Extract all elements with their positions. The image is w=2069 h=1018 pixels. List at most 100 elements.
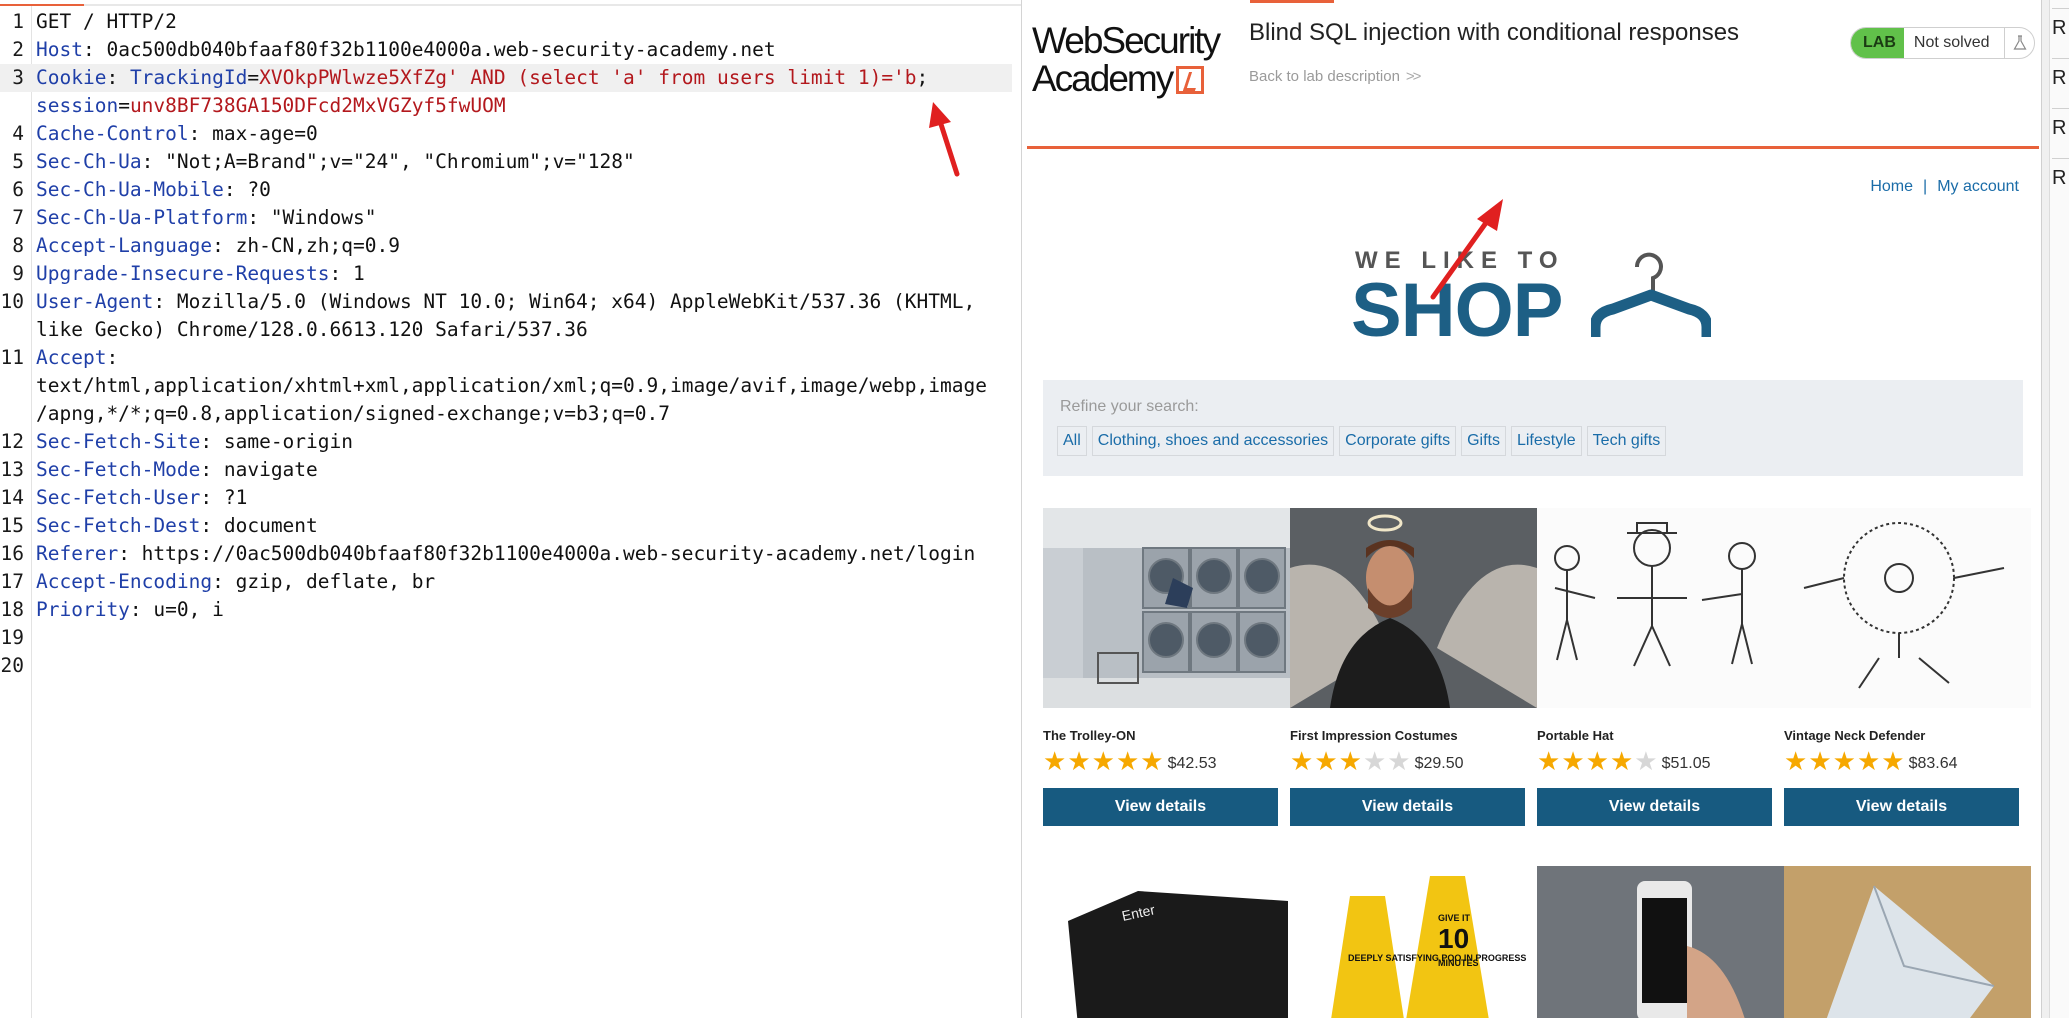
line-number: 10 xyxy=(0,290,24,313)
line-text: : same-origin xyxy=(200,430,353,453)
side-panel: R R R R xyxy=(2041,0,2069,1018)
request-line[interactable]: 20 xyxy=(0,652,1012,680)
line-content: Sec-Ch-Ua-Platform: "Windows" xyxy=(36,204,376,232)
side-item[interactable]: R xyxy=(2052,58,2069,96)
product-name: First Impression Costumes xyxy=(1290,728,1458,743)
line-number: 7 xyxy=(12,206,24,229)
nav-separator: | xyxy=(1923,178,1928,195)
line-text: = xyxy=(247,66,260,89)
request-line[interactable]: /apng,*/*;q=0.8,application/signed-excha… xyxy=(0,400,1012,428)
view-details-button[interactable]: View details xyxy=(1537,788,1772,826)
header-name: Upgrade-Insecure-Requests xyxy=(36,262,330,285)
product-name: Portable Hat xyxy=(1537,728,1614,743)
wet-floor-signs-photo: DEEPLY SATISFYING POO IN PROGRESS GIVE I… xyxy=(1290,866,1537,1018)
line-content: GET / HTTP/2 xyxy=(36,8,177,36)
request-line[interactable]: 15 Sec-Fetch-Dest: document xyxy=(0,512,1012,540)
request-line[interactable]: 7 Sec-Ch-Ua-Platform: "Windows" xyxy=(0,204,1012,232)
ruff-sketch xyxy=(1784,508,2031,708)
editor-top-rule xyxy=(0,4,1021,6)
home-link[interactable]: Home xyxy=(1870,178,1913,195)
refine-search-panel: Refine your search: All Clothing, shoes … xyxy=(1043,380,2023,476)
filter-all[interactable]: All xyxy=(1057,426,1087,456)
request-line[interactable]: 16 Referer: https://0ac500db040bfaaf80f32… xyxy=(0,540,1012,568)
line-text: ; xyxy=(916,66,929,89)
request-line[interactable]: 18 Priority: u=0, i xyxy=(0,596,1012,624)
hanger-icon xyxy=(1591,252,1711,337)
line-text: : ?1 xyxy=(200,486,248,509)
side-item[interactable]: R xyxy=(2052,158,2069,196)
line-text: : zh-CN,zh;q=0.9 xyxy=(212,234,400,257)
header-name: Sec-Ch-Ua-Platform xyxy=(36,206,248,229)
my-account-link[interactable]: My account xyxy=(1937,178,2019,195)
filter-corporate-gifts[interactable]: Corporate gifts xyxy=(1339,426,1457,456)
line-number: 9 xyxy=(12,262,24,285)
line-number: 11 xyxy=(0,346,24,369)
phone-hand-photo xyxy=(1537,866,1784,1018)
line-number: 20 xyxy=(0,654,24,677)
line-content: Sec-Ch-Ua-Mobile: ?0 xyxy=(36,176,271,204)
request-line[interactable]: 4 Cache-Control: max-age=0 xyxy=(0,120,1012,148)
request-line[interactable]: 14 Sec-Fetch-User: ?1 xyxy=(0,484,1012,512)
view-details-button[interactable]: View details xyxy=(1043,788,1278,826)
request-line[interactable]: 3 Cookie: TrackingId=XVOkpPWlwze5XfZg' AN… xyxy=(0,64,1012,92)
cookie-value: XVOkpPWlwze5XfZg' AND (select 'a' from u… xyxy=(259,66,917,89)
header-name: Accept-Language xyxy=(36,234,213,257)
line-text: : 0ac500db040bfaaf80f32b1100e4000a.web-s… xyxy=(82,38,776,61)
star-icon: ★ xyxy=(1808,746,1832,776)
filter-gifts[interactable]: Gifts xyxy=(1461,426,1506,456)
request-editor[interactable]: 1 GET / HTTP/2 2 Host: 0ac500db040bfaaf80f3… xyxy=(0,0,1022,1018)
request-line[interactable]: 2 Host: 0ac500db040bfaaf80f32b1100e4000a.… xyxy=(0,36,1012,64)
filter-lifestyle[interactable]: Lifestyle xyxy=(1510,426,1582,456)
request-line[interactable]: 8 Accept-Language: zh-CN,zh;q=0.9 xyxy=(0,232,1012,260)
product-price: $29.50 xyxy=(1414,755,1464,772)
line-text: = xyxy=(118,94,130,117)
request-line[interactable]: session=unv8BF738GA150DFcd2MxVGZyf5fwUOM xyxy=(0,92,1012,120)
request-line[interactable]: 6 Sec-Ch-Ua-Mobile: ?0 xyxy=(0,176,1012,204)
scrollbar[interactable] xyxy=(2042,0,2050,1018)
header-name: Sec-Fetch-Site xyxy=(36,430,201,453)
request-line[interactable]: text/html,application/xhtml+xml,applicat… xyxy=(0,372,1012,400)
line-content: User-Agent: Mozilla/5.0 (Windows NT 10.0… xyxy=(36,288,975,316)
sign-right-number: 10 xyxy=(1438,923,1469,954)
line-number: 19 xyxy=(0,626,24,649)
star-icon: ★ xyxy=(1609,746,1634,776)
line-content: Cookie: TrackingId=XVOkpPWlwze5XfZg' AND… xyxy=(36,64,928,92)
web-security-academy-logo[interactable]: WebSecurity Academy xyxy=(1032,22,1232,98)
header-accent-mark xyxy=(1250,0,1334,3)
request-line[interactable]: 5 Sec-Ch-Ua: "Not;A=Brand";v="24", "Chrom… xyxy=(0,148,1012,176)
side-item[interactable]: R xyxy=(2052,8,2069,46)
star-icon: ★ xyxy=(1362,746,1387,776)
request-line[interactable]: 13 Sec-Fetch-Mode: navigate xyxy=(0,456,1012,484)
line-text: : ?0 xyxy=(223,178,271,201)
request-line[interactable]: 12 Sec-Fetch-Site: same-origin xyxy=(0,428,1012,456)
refine-search-label: Refine your search: xyxy=(1060,398,1199,415)
request-line[interactable]: like Gecko) Chrome/128.0.6613.120 Safari… xyxy=(0,316,1012,344)
request-line[interactable]: 17 Accept-Encoding: gzip, deflate, br xyxy=(0,568,1012,596)
view-details-button[interactable]: View details xyxy=(1784,788,2019,826)
line-content: Sec-Fetch-Site: same-origin xyxy=(36,428,353,456)
request-line[interactable]: 1 GET / HTTP/2 xyxy=(0,8,1012,36)
line-content: text/html,application/xhtml+xml,applicat… xyxy=(36,372,987,400)
shop-logo: WE LIKE TO SHOP xyxy=(1351,245,1735,353)
line-content: Priority: u=0, i xyxy=(36,596,224,624)
request-line[interactable]: 11 Accept: xyxy=(0,344,1012,372)
filter-tech-gifts[interactable]: Tech gifts xyxy=(1586,426,1667,456)
flask-icon[interactable] xyxy=(2004,28,2034,58)
category-filters: All Clothing, shoes and accessories Corp… xyxy=(1057,426,1667,456)
line-number: 2 xyxy=(12,38,24,61)
request-line[interactable]: 9 Upgrade-Insecure-Requests: 1 xyxy=(0,260,1012,288)
star-icon: ★ xyxy=(1091,746,1115,776)
line-content: Sec-Fetch-User: ?1 xyxy=(36,484,247,512)
side-item[interactable]: R xyxy=(2052,108,2069,146)
back-to-lab-description-link[interactable]: Back to lab description >> xyxy=(1249,68,1421,85)
request-line[interactable]: 10 User-Agent: Mozilla/5.0 (Windows NT 10… xyxy=(0,288,1012,316)
line-text: : xyxy=(106,66,130,89)
line-content: Accept-Encoding: gzip, deflate, br xyxy=(36,568,435,596)
line-content: /apng,*/*;q=0.8,application/signed-excha… xyxy=(36,400,670,428)
filter-clothing[interactable]: Clothing, shoes and accessories xyxy=(1091,426,1335,456)
request-line[interactable]: 19 xyxy=(0,624,1012,652)
line-text: GET / HTTP/2 xyxy=(36,10,177,33)
view-details-button[interactable]: View details xyxy=(1290,788,1525,826)
product-price: $42.53 xyxy=(1167,755,1217,772)
lab-status-widget[interactable]: LAB Not solved xyxy=(1850,27,2035,59)
